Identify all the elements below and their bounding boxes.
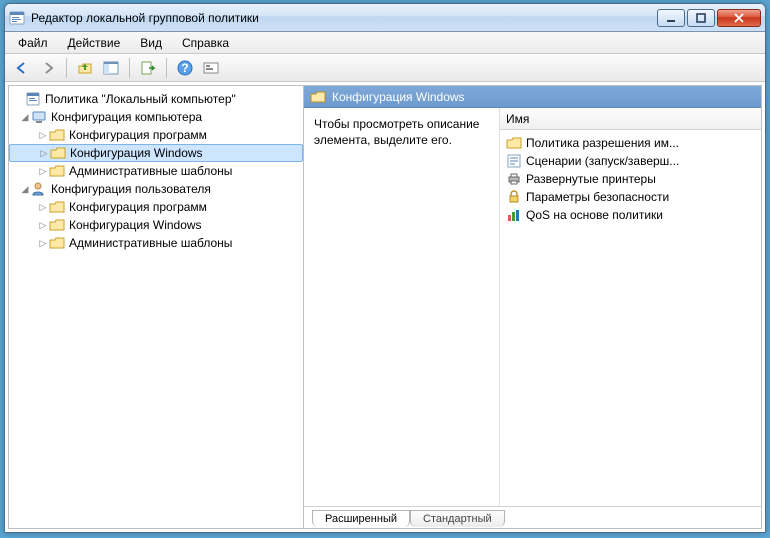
printer-icon (506, 171, 522, 187)
tree-label: Конфигурация программ (69, 200, 207, 214)
expand-icon[interactable]: ▷ (37, 129, 49, 141)
filter-options-button[interactable] (200, 57, 222, 79)
toolbar: ? (5, 54, 765, 82)
tree-label: Конфигурация пользователя (51, 182, 211, 196)
list-item-label: Параметры безопасности (526, 190, 669, 204)
details-title: Конфигурация Windows (332, 90, 465, 104)
menu-view[interactable]: Вид (130, 32, 172, 53)
help-button[interactable]: ? (174, 57, 196, 79)
tree-pane[interactable]: Политика "Локальный компьютер" ◢ Конфигу… (9, 86, 304, 528)
collapse-icon[interactable]: ◢ (19, 183, 31, 195)
show-hide-tree-button[interactable] (100, 57, 122, 79)
folder-icon (49, 199, 65, 215)
menu-file[interactable]: Файл (8, 32, 58, 53)
tree-label: Административные шаблоны (69, 236, 232, 250)
expand-icon[interactable]: ▷ (38, 147, 50, 159)
folder-icon (49, 163, 65, 179)
tree-software-config-2[interactable]: ▷ Конфигурация программ (9, 198, 303, 216)
lock-icon (506, 189, 522, 205)
tabstrip: Расширенный Стандартный (304, 506, 761, 528)
menu-help[interactable]: Справка (172, 32, 239, 53)
folder-icon (49, 217, 65, 233)
chevron-right-icon (13, 93, 25, 105)
back-button[interactable] (11, 57, 33, 79)
list-item[interactable]: Сценарии (запуск/заверш... (504, 152, 757, 170)
folder-icon (310, 90, 326, 104)
content-area: Политика "Локальный компьютер" ◢ Конфигу… (8, 85, 762, 529)
list-item[interactable]: Развернутые принтеры (504, 170, 757, 188)
list-item[interactable]: Параметры безопасности (504, 188, 757, 206)
tree-windows-config-selected[interactable]: ▷ Конфигурация Windows (9, 144, 303, 162)
folder-icon (50, 145, 66, 161)
tab-extended[interactable]: Расширенный (312, 510, 410, 527)
expand-icon[interactable]: ▷ (37, 165, 49, 177)
tree-computer-config[interactable]: ◢ Конфигурация компьютера (9, 108, 303, 126)
tree-root[interactable]: Политика "Локальный компьютер" (9, 90, 303, 108)
user-icon (31, 181, 47, 197)
tree-admin-templates-2[interactable]: ▷ Административные шаблоны (9, 234, 303, 252)
list-item-label: Политика разрешения им... (526, 136, 679, 150)
list-column: Имя Политика разрешения им... Сценарии (… (499, 108, 761, 506)
list-item-label: Сценарии (запуск/заверш... (526, 154, 679, 168)
toolbar-separator (129, 58, 130, 78)
list-item-label: QoS на основе политики (526, 208, 663, 222)
expand-icon[interactable]: ▷ (37, 201, 49, 213)
list-item-label: Развернутые принтеры (526, 172, 656, 186)
bars-icon (506, 207, 522, 223)
up-level-button[interactable] (74, 57, 96, 79)
tree-label: Административные шаблоны (69, 164, 232, 178)
folder-icon (49, 235, 65, 251)
list-item[interactable]: Политика разрешения им... (504, 134, 757, 152)
details-pane: Конфигурация Windows Чтобы просмотреть о… (304, 86, 761, 528)
description-column: Чтобы просмотреть описание элемента, выд… (304, 108, 499, 506)
menubar: Файл Действие Вид Справка (5, 32, 765, 54)
expand-icon[interactable]: ▷ (37, 219, 49, 231)
details-header: Конфигурация Windows (304, 86, 761, 108)
details-body: Чтобы просмотреть описание элемента, выд… (304, 108, 761, 506)
minimize-button[interactable] (657, 9, 685, 27)
toolbar-separator (166, 58, 167, 78)
computer-icon (31, 109, 47, 125)
menu-action[interactable]: Действие (58, 32, 131, 53)
tree-software-config[interactable]: ▷ Конфигурация программ (9, 126, 303, 144)
window-title: Редактор локальной групповой политики (31, 11, 655, 25)
collapse-icon[interactable]: ◢ (19, 111, 31, 123)
tree-label: Конфигурация компьютера (51, 110, 202, 124)
maximize-button[interactable] (687, 9, 715, 27)
window-buttons (655, 9, 761, 27)
tree-label: Конфигурация Windows (70, 146, 203, 160)
tree-label: Конфигурация Windows (69, 218, 202, 232)
tree-user-config[interactable]: ◢ Конфигурация пользователя (9, 180, 303, 198)
export-list-button[interactable] (137, 57, 159, 79)
script-icon (506, 153, 522, 169)
list-body: Политика разрешения им... Сценарии (запу… (500, 130, 761, 506)
column-header-name[interactable]: Имя (500, 108, 761, 130)
window: Редактор локальной групповой политики Фа… (4, 3, 766, 533)
policy-icon (25, 91, 41, 107)
toolbar-separator (66, 58, 67, 78)
app-icon (9, 10, 25, 26)
titlebar: Редактор локальной групповой политики (5, 4, 765, 32)
folder-icon (49, 127, 65, 143)
description-text: Чтобы просмотреть описание элемента, выд… (314, 116, 489, 148)
forward-button[interactable] (37, 57, 59, 79)
tree-windows-config-2[interactable]: ▷ Конфигурация Windows (9, 216, 303, 234)
folder-icon (506, 135, 522, 151)
tree-label: Политика "Локальный компьютер" (45, 92, 236, 106)
tab-standard[interactable]: Стандартный (410, 510, 505, 527)
tree-label: Конфигурация программ (69, 128, 207, 142)
expand-icon[interactable]: ▷ (37, 237, 49, 249)
tree-admin-templates[interactable]: ▷ Административные шаблоны (9, 162, 303, 180)
svg-text:?: ? (181, 61, 188, 75)
close-button[interactable] (717, 9, 761, 27)
list-item[interactable]: QoS на основе политики (504, 206, 757, 224)
